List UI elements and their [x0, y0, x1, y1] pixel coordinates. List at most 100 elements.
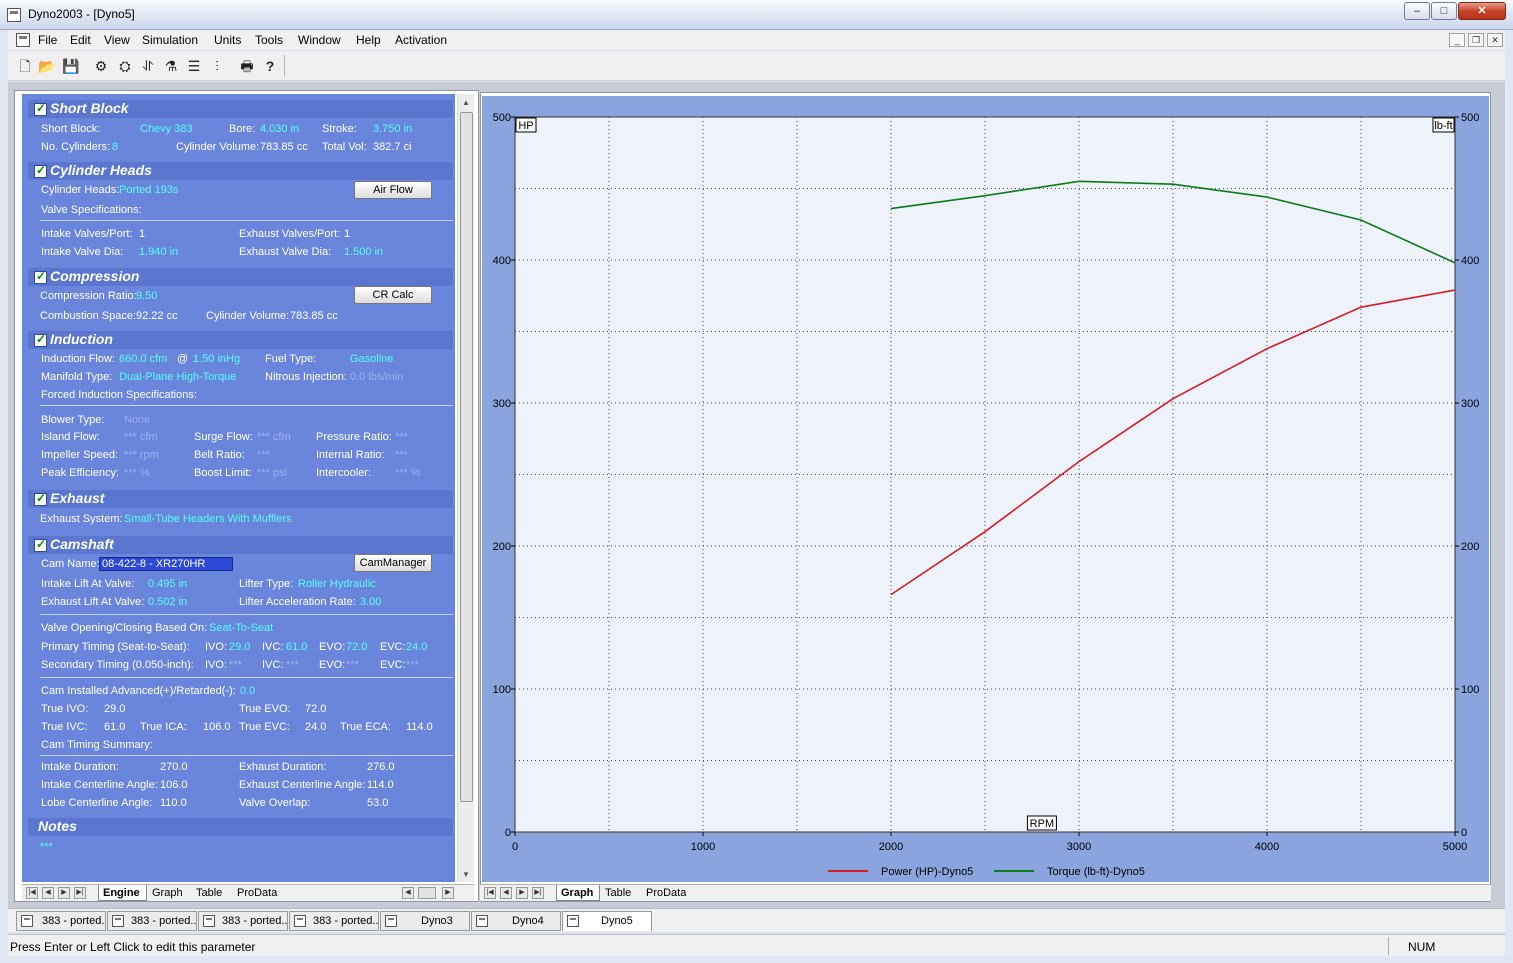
doc-tab-dyno5[interactable]: Dyno5 [562, 911, 652, 931]
menu-file[interactable]: File [38, 33, 57, 47]
valve-icon[interactable]: ⚗ [162, 57, 180, 75]
cylinder-heads-value[interactable]: Ported 193s [119, 184, 178, 196]
engine-icon[interactable]: ⚙ [92, 57, 110, 75]
first-tab-icon[interactable]: |◀ [26, 887, 38, 899]
stats-icon[interactable]: ⫶ [208, 57, 226, 75]
next-tab-icon[interactable]: ▶ [516, 887, 528, 899]
engine-run-icon[interactable]: ⛭ [116, 57, 134, 75]
pressure-ratio-value[interactable]: *** [395, 431, 408, 443]
help-icon[interactable]: ? [261, 57, 279, 75]
doc-tab-383-ported-4[interactable]: 383 - ported... [289, 911, 379, 931]
short-block-header[interactable]: Short Block [28, 100, 453, 118]
fuel-type-value[interactable]: Gasoline [350, 353, 393, 365]
mdi-close-button[interactable]: ✕ [1487, 33, 1503, 47]
doc-tab-dyno4[interactable]: Dyno4 [471, 911, 561, 931]
exhaust-lift-value[interactable]: 0.502 in [148, 596, 187, 608]
close-button[interactable]: ✕ [1458, 2, 1506, 20]
exhaust-header[interactable]: Exhaust [28, 490, 453, 508]
scroll-down-icon[interactable]: ▼ [462, 870, 470, 879]
next-tab-icon[interactable]: ▶ [58, 887, 70, 899]
camshaft-header[interactable]: Camshaft [28, 536, 453, 554]
primary-evc-value[interactable]: 24.0 [406, 641, 427, 653]
cylinder-heads-checkbox[interactable] [34, 163, 47, 178]
nitrous-value[interactable]: 0.0 lbs/min [350, 371, 403, 383]
prev-tab-icon[interactable]: ◀ [42, 887, 54, 899]
induction-pressure-value[interactable]: 1.50 inHg [193, 353, 240, 365]
cam-name-field[interactable]: 08-422-8 - XR270HR [99, 557, 233, 571]
compression-ratio-value[interactable]: 9.50 [136, 290, 157, 302]
secondary-ivc-value[interactable]: *** [286, 659, 299, 671]
cam-advance-value[interactable]: 0.0 [240, 685, 255, 697]
tab-prodata[interactable]: ProData [642, 885, 692, 901]
menu-view[interactable]: View [104, 33, 130, 47]
doc-tab-383-ported-3[interactable]: 383 - ported... [198, 911, 288, 931]
cam-manager-button[interactable]: CamManager [354, 554, 432, 572]
open-folder-icon[interactable]: 📂 [38, 57, 56, 75]
manifold-type-value[interactable]: Dual-Plane High-Torque [119, 371, 236, 383]
air-flow-button[interactable]: Air Flow [354, 181, 432, 199]
new-file-icon[interactable]: 🗋 [16, 57, 34, 75]
secondary-ivo-value[interactable]: *** [229, 659, 242, 671]
engine-panel-scrollbar[interactable]: ▲ ▼ [457, 94, 474, 882]
minimize-button[interactable]: – [1404, 2, 1430, 20]
doc-tab-dyno3[interactable]: Dyno3 [380, 911, 470, 931]
menu-activation[interactable]: Activation [395, 33, 447, 47]
menu-edit[interactable]: Edit [70, 33, 91, 47]
mdi-restore-button[interactable]: ❐ [1468, 33, 1484, 47]
intercooler-value[interactable]: *** % [395, 467, 421, 479]
compression-header[interactable]: Compression [28, 268, 453, 286]
print-icon[interactable]: 🖶 [238, 57, 256, 75]
valve-timing-basis-value[interactable]: Seat-To-Seat [209, 622, 273, 634]
exhaust-valves-value[interactable]: 1 [344, 228, 350, 240]
stroke-value[interactable]: 3.750 in [373, 123, 412, 135]
tab-table[interactable]: Table [601, 885, 637, 901]
hscroll-left-icon[interactable]: ◀ [402, 887, 414, 899]
short-block-value[interactable]: Chevy 383 [140, 123, 193, 135]
surge-flow-value[interactable]: *** cfm [257, 431, 291, 443]
last-tab-icon[interactable]: ▶| [532, 887, 544, 899]
mdi-minimize-button[interactable]: _ [1449, 33, 1465, 47]
maximize-button[interactable]: □ [1431, 2, 1457, 20]
dyno-icon[interactable]: ⥯ [139, 57, 157, 75]
tab-prodata[interactable]: ProData [233, 885, 283, 901]
lifter-accel-value[interactable]: 3.00 [360, 596, 381, 608]
exhaust-system-value[interactable]: Small-Tube Headers With Mufflers [124, 513, 292, 525]
doc-tab-383-ported-1[interactable]: 383 - ported... [16, 911, 106, 931]
boost-limit-value[interactable]: *** psi [257, 467, 287, 479]
blower-type-value[interactable]: None [124, 414, 150, 426]
internal-ratio-value[interactable]: *** [395, 449, 408, 461]
exhaust-checkbox[interactable] [34, 491, 47, 506]
peak-efficiency-value[interactable]: *** % [124, 467, 150, 479]
save-icon[interactable]: 💾 [62, 57, 80, 75]
scroll-up-icon[interactable]: ▲ [462, 98, 470, 107]
lifter-type-value[interactable]: Roller Hydraulic [298, 578, 376, 590]
menu-help[interactable]: Help [356, 33, 381, 47]
cr-calc-button[interactable]: CR Calc [354, 286, 432, 304]
dyno-chart[interactable]: 0 1000 2000 3000 4000 5000 0100200300400500 0… [482, 96, 1489, 882]
exhaust-valve-dia-value[interactable]: 1.500 in [344, 246, 383, 258]
prev-tab-icon[interactable]: ◀ [500, 887, 512, 899]
bore-value[interactable]: 4.030 in [260, 123, 299, 135]
hscroll-right-icon[interactable]: ▶ [442, 887, 454, 899]
island-flow-value[interactable]: *** cfm [124, 431, 158, 443]
induction-header[interactable]: Induction [28, 331, 453, 349]
scrollbar-thumb[interactable] [460, 112, 473, 802]
primary-ivo-value[interactable]: 29.0 [229, 641, 250, 653]
doc-tab-383-ported-2[interactable]: 383 - ported... [107, 911, 197, 931]
camshaft-checkbox[interactable] [34, 537, 47, 552]
document-icon[interactable] [16, 33, 30, 47]
induction-flow-value[interactable]: 660.0 cfm [119, 353, 167, 365]
primary-evo-value[interactable]: 72.0 [346, 641, 367, 653]
menu-units[interactable]: Units [214, 33, 241, 47]
tab-table[interactable]: Table [192, 885, 228, 901]
cam-icon[interactable]: ☰ [185, 57, 203, 75]
tab-graph[interactable]: Graph [556, 885, 601, 901]
last-tab-icon[interactable]: ▶| [74, 887, 86, 899]
belt-ratio-value[interactable]: *** [257, 449, 270, 461]
primary-ivc-value[interactable]: 61.0 [286, 641, 307, 653]
impeller-speed-value[interactable]: *** rpm [124, 449, 159, 461]
compression-checkbox[interactable] [34, 269, 47, 284]
menu-window[interactable]: Window [298, 33, 341, 47]
app-icon[interactable] [7, 8, 21, 22]
tab-engine[interactable]: Engine [98, 885, 147, 901]
